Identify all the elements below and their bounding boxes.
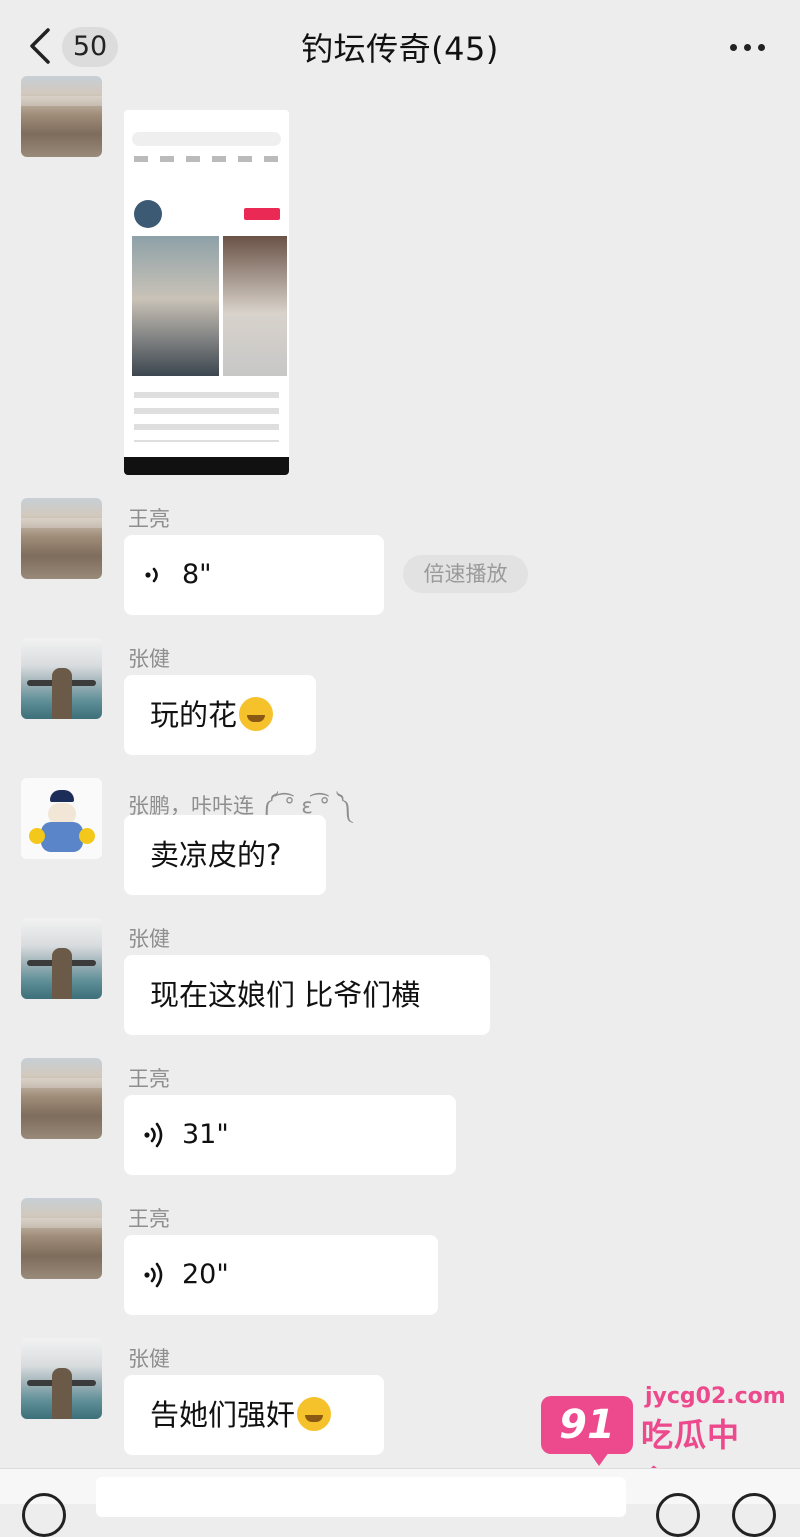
voice-message-bubble[interactable]: 8"	[124, 535, 384, 615]
message-input[interactable]	[96, 1477, 626, 1517]
watermark-badge: 91	[541, 1396, 633, 1466]
sender-name: 王亮	[128, 1067, 170, 1091]
photo-thumbnail	[132, 236, 219, 376]
emoji-icon[interactable]	[656, 1493, 700, 1537]
message-text: 卖凉皮的?	[150, 838, 282, 872]
nav-bar-thumbnail	[124, 457, 289, 475]
voice-wave-icon	[144, 1262, 163, 1288]
text-lines-thumbnail	[134, 392, 279, 442]
voice-duration: 31"	[182, 1119, 229, 1150]
voice-message-bubble[interactable]: 31"	[124, 1095, 456, 1175]
chat-title: 钓坛传奇(45)	[301, 30, 499, 68]
voice-duration: 20"	[182, 1259, 229, 1290]
photo-thumbnail	[223, 236, 287, 376]
sender-name: 王亮	[128, 507, 170, 531]
message-text: 玩的花	[150, 698, 238, 732]
shared-screenshot-image[interactable]	[124, 110, 289, 475]
sender-name: 张健	[128, 647, 170, 671]
rock-avatar[interactable]	[21, 498, 102, 579]
rock-avatar[interactable]	[21, 1198, 102, 1279]
laughing-emoji-icon	[239, 697, 274, 731]
rock-avatar[interactable]	[21, 1058, 102, 1139]
rock-avatar[interactable]	[21, 76, 102, 157]
doll-avatar[interactable]	[21, 778, 102, 859]
watermark-url: jycg02.com	[645, 1384, 786, 1409]
text-message-bubble[interactable]: 告她们强奸	[124, 1375, 384, 1455]
voice-input-icon[interactable]	[22, 1493, 66, 1537]
more-options-icon[interactable]	[726, 34, 770, 60]
voice-wave-icon	[144, 1122, 163, 1148]
voice-duration: 8"	[182, 559, 212, 590]
sender-name: 王亮	[128, 1207, 170, 1231]
sea-avatar[interactable]	[21, 638, 102, 719]
voice-wave-icon	[145, 567, 158, 583]
search-bar-thumbnail	[132, 132, 281, 146]
text-message-bubble[interactable]: 卖凉皮的?	[124, 815, 326, 895]
sender-name: 张健	[128, 927, 170, 951]
text-message-bubble[interactable]: 现在这娘们 比爷们横	[124, 955, 490, 1035]
text-message-bubble[interactable]: 玩的花	[124, 675, 316, 755]
user-avatar-thumbnail	[134, 200, 162, 228]
sea-avatar[interactable]	[21, 918, 102, 999]
message-text: 告她们强奸	[150, 1398, 296, 1432]
message-text: 现在这娘们 比爷们横	[150, 978, 421, 1012]
site-watermark: 91 jycg02.com 吃瓜中心	[541, 1382, 786, 1500]
tabs-thumbnail	[134, 156, 279, 162]
grin-emoji-icon	[297, 1397, 332, 1431]
sea-avatar[interactable]	[21, 1338, 102, 1419]
speed-playback-button[interactable]: 倍速播放	[403, 555, 528, 593]
input-bar	[0, 1468, 800, 1537]
plus-icon[interactable]	[732, 1493, 776, 1537]
follow-button-thumbnail	[244, 208, 280, 220]
sender-name: 张健	[128, 1347, 170, 1371]
voice-message-bubble[interactable]: 20"	[124, 1235, 438, 1315]
chat-header: 50 钓坛传奇(45)	[0, 0, 800, 92]
